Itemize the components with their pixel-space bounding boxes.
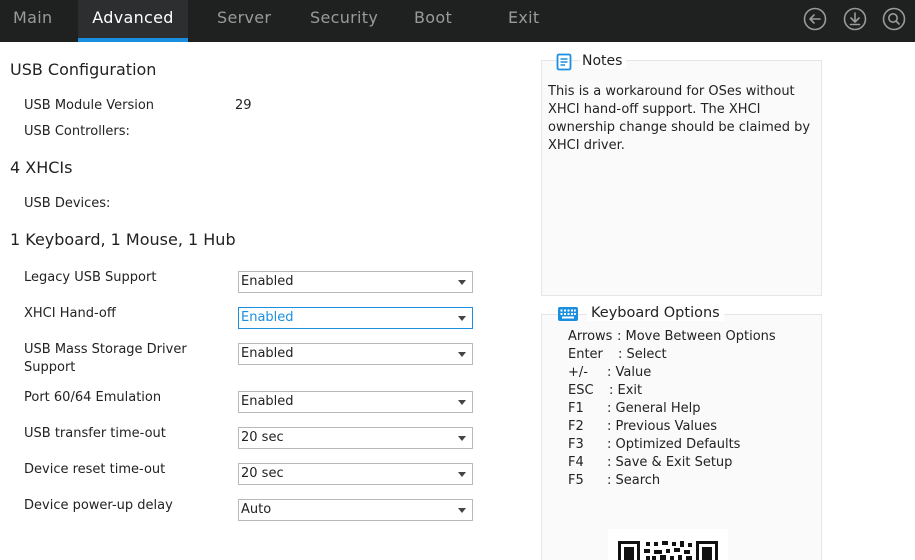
keyboard-icon xyxy=(558,307,578,321)
tab-exit[interactable]: Exit xyxy=(508,0,540,42)
notes-icon xyxy=(556,53,572,71)
kb-key: +/- xyxy=(568,365,588,380)
usb-devices-label: USB Devices: xyxy=(24,196,111,211)
chevron-down-icon xyxy=(458,508,466,513)
select-value: Enabled xyxy=(241,310,294,325)
chevron-down-icon xyxy=(458,352,466,357)
notes-text: This is a workaround for OSes without XH… xyxy=(548,83,818,155)
kb-key: F2 xyxy=(568,419,584,434)
setting-label-xhci-handoff: XHCI Hand-off xyxy=(24,306,116,321)
xhci-handoff-select[interactable]: Enabled xyxy=(238,307,473,329)
notes-line: ownership change should be claimed by xyxy=(548,120,811,135)
setting-label-powerup-delay: Device power-up delay xyxy=(24,498,173,513)
kb-desc: : Select xyxy=(618,347,667,362)
kb-key: ESC xyxy=(568,383,594,398)
kb-desc: : Optimized Defaults xyxy=(607,437,741,452)
keyboard-options-title: Keyboard Options xyxy=(587,305,724,321)
notes-line: XHCI driver. xyxy=(548,138,625,153)
chevron-down-icon xyxy=(458,316,466,321)
tab-server[interactable]: Server xyxy=(217,0,271,42)
usb-controllers-value: 4 XHCIs xyxy=(10,158,73,177)
chevron-down-icon xyxy=(458,400,466,405)
select-value: 20 sec xyxy=(241,430,284,445)
usb-module-version-label: USB Module Version xyxy=(24,98,155,113)
setting-label-line: Support xyxy=(24,360,76,375)
port-6064-emulation-select[interactable]: Enabled xyxy=(238,391,473,413)
kb-key: Enter xyxy=(568,347,603,362)
chevron-down-icon xyxy=(458,472,466,477)
kb-desc: : General Help xyxy=(607,401,701,416)
save-download-icon[interactable] xyxy=(843,7,867,31)
chevron-down-icon xyxy=(458,280,466,285)
device-powerup-delay-select[interactable]: Auto xyxy=(238,499,473,521)
setting-label-line: USB Mass Storage Driver xyxy=(24,342,187,357)
kb-key: Arrows xyxy=(568,329,613,344)
notes-title: Notes xyxy=(580,53,627,69)
kb-key: F1 xyxy=(568,401,584,416)
usb-transfer-timeout-select[interactable]: 20 sec xyxy=(238,427,473,449)
kb-key: F3 xyxy=(568,437,584,452)
notes-line: This is a workaround for OSes without xyxy=(548,84,795,99)
chevron-down-icon xyxy=(458,436,466,441)
kb-desc: : Search xyxy=(607,473,661,488)
kb-key: F5 xyxy=(568,473,584,488)
usb-module-version-value: 29 xyxy=(235,98,252,113)
select-value: Enabled xyxy=(241,346,294,361)
tab-advanced[interactable]: Advanced xyxy=(78,0,188,42)
kb-desc: : Previous Values xyxy=(607,419,718,434)
setting-label-mass-storage: USB Mass Storage Driver Support xyxy=(24,341,187,377)
usb-mass-storage-select[interactable]: Enabled xyxy=(238,343,473,365)
usb-controllers-label: USB Controllers: xyxy=(24,124,130,139)
legacy-usb-support-select[interactable]: Enabled xyxy=(238,271,473,293)
tab-boot[interactable]: Boot xyxy=(414,0,452,42)
select-value: Auto xyxy=(241,502,272,517)
setting-label-reset-timeout: Device reset time-out xyxy=(24,462,166,477)
tab-security[interactable]: Security xyxy=(310,0,378,42)
kb-desc: : Save & Exit Setup xyxy=(607,455,733,470)
notes-line: XHCI hand-off support. The XHCI xyxy=(548,102,761,117)
kb-desc: : Value xyxy=(607,365,652,380)
kb-desc: : Exit xyxy=(609,383,643,398)
kb-key: F4 xyxy=(568,455,584,470)
back-icon[interactable] xyxy=(803,7,827,31)
device-reset-timeout-select[interactable]: 20 sec xyxy=(238,463,473,485)
kb-desc: : Move Between Options xyxy=(617,329,776,344)
top-nav-bar: Main Advanced Server Security Boot Exit xyxy=(0,0,915,42)
setting-label-port-emulation: Port 60/64 Emulation xyxy=(24,390,162,405)
qr-code-icon xyxy=(608,529,728,560)
select-value: 20 sec xyxy=(241,466,284,481)
setting-label-transfer-timeout: USB transfer time-out xyxy=(24,426,166,441)
search-icon[interactable] xyxy=(882,7,906,31)
setting-label-legacy-usb: Legacy USB Support xyxy=(24,270,157,285)
usb-devices-value: 1 Keyboard, 1 Mouse, 1 Hub xyxy=(10,230,236,249)
page-title: USB Configuration xyxy=(10,60,157,79)
tab-main[interactable]: Main xyxy=(13,0,52,42)
select-value: Enabled xyxy=(241,394,294,409)
select-value: Enabled xyxy=(241,274,294,289)
